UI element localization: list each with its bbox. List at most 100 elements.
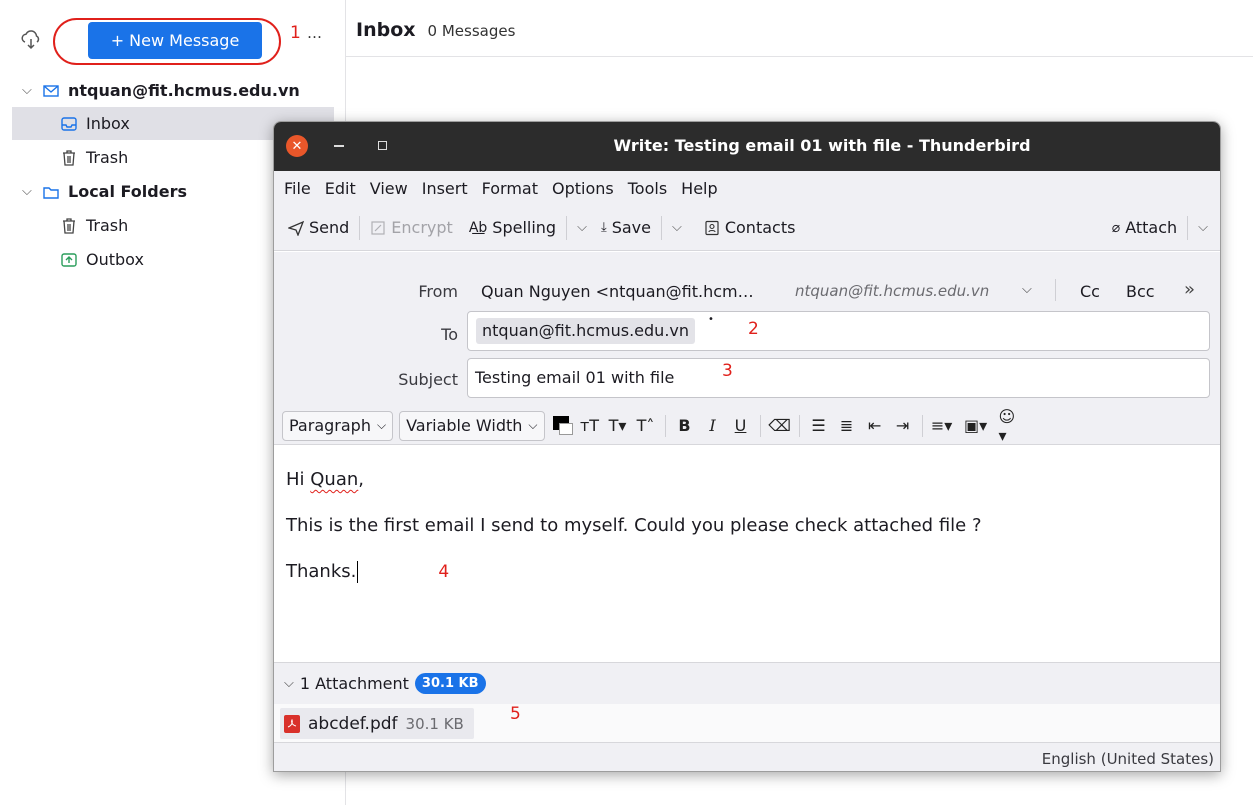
paragraph-format-select[interactable]: Paragraph ⌵ [282, 410, 394, 441]
send-label: Send [309, 218, 350, 237]
outdent-icon[interactable]: ⇤ [864, 415, 886, 437]
from-select[interactable]: Quan Nguyen <ntquan@fit.hcm… [481, 282, 754, 301]
sidebar-item-local-folders[interactable]: ⌵ Local Folders [22, 175, 187, 208]
save-label: Save [611, 218, 651, 237]
language-indicator[interactable]: English (United States) [1042, 750, 1214, 768]
superscript-icon[interactable]: T˄ [635, 415, 657, 437]
attachment-size-badge: 30.1 KB [414, 673, 486, 694]
message-list-header: Inbox 0 Messages [356, 19, 515, 41]
font-select[interactable]: Variable Width ⌵ [399, 410, 545, 441]
menu-edit[interactable]: Edit [325, 179, 356, 198]
body-line-message: This is the first email I send to myself… [286, 515, 982, 536]
message-count: 0 Messages [427, 22, 516, 40]
encrypt-icon [371, 220, 385, 235]
recipient-address: ntquan@fit.hcmus.edu.vn [482, 321, 690, 340]
sidebar-header: + New Message 1 … [0, 0, 346, 78]
annotation-circle [53, 18, 281, 65]
cc-button[interactable]: Cc [1080, 282, 1100, 301]
sidebar-item-local-trash[interactable]: Trash [60, 209, 128, 242]
spelling-label: Spelling [492, 218, 557, 237]
text-color-icon[interactable] [551, 415, 573, 437]
more-menu-button[interactable]: … [307, 24, 322, 42]
menu-insert[interactable]: Insert [422, 179, 468, 198]
message-body[interactable]: Hi Quan, This is the first email I send … [274, 449, 1220, 662]
trash-icon [63, 149, 75, 166]
account-row[interactable]: ⌵ ntquan@fit.hcmus.edu.vn [22, 74, 300, 107]
from-label: From [418, 282, 458, 301]
indent-icon[interactable]: ⇥ [892, 415, 914, 437]
attach-dropdown-chevron-icon[interactable]: ⌵ [1194, 220, 1212, 235]
menu-format[interactable]: Format [482, 179, 538, 198]
bulleted-list-icon[interactable]: ☰ [808, 415, 830, 437]
compose-window: ✕ Write: Testing email 01 with file - Th… [273, 121, 1221, 772]
spelling-dropdown-chevron-icon[interactable]: ⌵ [573, 220, 591, 235]
numbered-list-icon[interactable]: ≣ [836, 415, 858, 437]
chevron-down-icon: ⌵ [528, 418, 538, 432]
save-icon: ⤓ [600, 220, 607, 235]
save-button[interactable]: ⤓ Save [597, 213, 655, 243]
chevron-down-icon[interactable]: ⌵ [284, 676, 294, 691]
compose-toolbar: Send Encrypt A͟b Spelling ⌵ ⤓ Save ⌵ Con… [274, 205, 1220, 251]
insert-image-icon[interactable]: ▣▾ [964, 415, 987, 437]
spelling-button[interactable]: A͟b Spelling [465, 213, 560, 243]
sidebar-item-label: Inbox [86, 114, 130, 133]
bold-icon[interactable]: B [674, 415, 696, 437]
emoji-icon[interactable]: ☺▾ [999, 407, 1021, 445]
from-identity: ntquan@fit.hcmus.edu.vn [795, 282, 990, 300]
text-caret [357, 561, 359, 583]
sidebar-item-outbox[interactable]: Outbox [60, 243, 144, 276]
outbox-icon [61, 252, 77, 267]
chevron-down-icon[interactable]: ⌵ [22, 184, 36, 199]
chevron-down-icon[interactable]: ⌵ [22, 83, 36, 98]
annotation-5: 5 [510, 704, 521, 724]
attachment-item[interactable]: abcdef.pdf 30.1 KB [280, 708, 474, 739]
menu-bar: File Edit View Insert Format Options Too… [274, 171, 1220, 205]
attachment-name: abcdef.pdf [308, 713, 398, 734]
from-dropdown-chevron-icon[interactable]: ⌵ [1022, 282, 1032, 297]
account-label: ntquan@fit.hcmus.edu.vn [68, 81, 300, 100]
compose-headers: From Quan Nguyen <ntquan@fit.hcm… ntquan… [274, 252, 1220, 407]
contacts-label: Contacts [724, 218, 796, 237]
menu-options[interactable]: Options [552, 179, 614, 198]
menu-tools[interactable]: Tools [628, 179, 667, 198]
subject-field[interactable]: Testing email 01 with file 3 [467, 358, 1210, 398]
subject-input[interactable]: Testing email 01 with file [475, 368, 674, 387]
bcc-button[interactable]: Bcc [1126, 282, 1155, 301]
underline-icon[interactable]: U [730, 415, 752, 437]
header-separator [1055, 279, 1056, 301]
attachment-bar[interactable]: ⌵ 1 Attachment 30.1 KB [274, 662, 1220, 704]
attachment-summary: 1 Attachment [299, 674, 409, 693]
menu-help[interactable]: Help [681, 179, 717, 198]
save-dropdown-chevron-icon[interactable]: ⌵ [668, 220, 686, 235]
font-size-down-icon[interactable]: T▾ [607, 415, 629, 437]
sidebar-item-label: Outbox [86, 250, 144, 269]
mail-account-icon [43, 84, 59, 97]
contacts-button[interactable]: Contacts [700, 213, 800, 243]
attach-button[interactable]: ⌀ Attach [1108, 213, 1181, 243]
cloud-download-icon[interactable] [20, 30, 42, 50]
encrypt-button[interactable]: Encrypt [366, 213, 457, 243]
menu-view[interactable]: View [370, 179, 408, 198]
sidebar-item-trash[interactable]: Trash [60, 141, 128, 174]
clear-format-icon[interactable]: ⌫ [768, 415, 791, 437]
to-field[interactable]: ntquan@fit.hcmus.edu.vn • 2 [467, 311, 1210, 351]
contacts-icon [705, 220, 719, 235]
recipient-pill[interactable]: ntquan@fit.hcmus.edu.vn [476, 318, 696, 344]
font-size-up-icon[interactable]: ᴛT [579, 415, 601, 437]
trash-icon [63, 217, 75, 234]
attachment-list: abcdef.pdf 30.1 KB 5 [274, 704, 1220, 742]
folder-title: Inbox [356, 19, 416, 41]
more-headers-button[interactable]: » [1184, 279, 1195, 300]
header-divider [346, 56, 1253, 57]
annotation-1: 1 [290, 23, 301, 43]
menu-file[interactable]: File [284, 179, 311, 198]
inbox-icon [61, 116, 77, 131]
folder-icon [43, 186, 59, 199]
encrypt-label: Encrypt [391, 218, 453, 237]
align-icon[interactable]: ≡▾ [931, 415, 953, 437]
paperclip-icon: ⌀ [1111, 219, 1121, 236]
sidebar-item-label: Local Folders [68, 182, 187, 201]
window-title: Write: Testing email 01 with file - Thun… [613, 136, 1031, 155]
send-button[interactable]: Send [284, 213, 353, 243]
italic-icon[interactable]: I [702, 415, 724, 437]
